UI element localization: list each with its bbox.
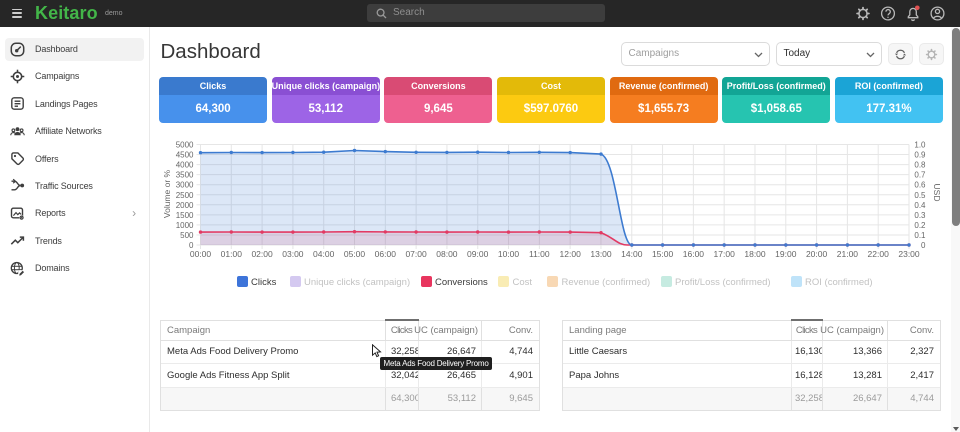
svg-text:01:00: 01:00 xyxy=(221,249,243,259)
svg-text:500: 500 xyxy=(180,231,194,240)
svg-text:04:00: 04:00 xyxy=(313,249,335,259)
svg-text:18:00: 18:00 xyxy=(744,249,766,259)
svg-text:0.8: 0.8 xyxy=(914,161,926,170)
svg-text:3000: 3000 xyxy=(176,181,194,190)
svg-text:14:00: 14:00 xyxy=(621,249,643,259)
svg-text:4000: 4000 xyxy=(176,161,194,170)
svg-text:5000: 5000 xyxy=(176,141,194,150)
svg-text:11:00: 11:00 xyxy=(529,249,550,259)
svg-text:1000: 1000 xyxy=(176,221,194,230)
svg-text:0: 0 xyxy=(921,241,926,250)
svg-text:00:00: 00:00 xyxy=(190,249,212,259)
svg-text:05:00: 05:00 xyxy=(344,249,366,259)
svg-text:0.3: 0.3 xyxy=(914,211,926,220)
svg-text:1500: 1500 xyxy=(176,211,194,220)
svg-text:0.7: 0.7 xyxy=(914,171,926,180)
svg-text:07:00: 07:00 xyxy=(405,249,427,259)
svg-text:03:00: 03:00 xyxy=(282,249,304,259)
svg-text:2000: 2000 xyxy=(176,201,194,210)
svg-text:0.5: 0.5 xyxy=(914,191,926,200)
svg-text:0.6: 0.6 xyxy=(914,181,926,190)
svg-text:20:00: 20:00 xyxy=(806,249,828,259)
svg-text:10:00: 10:00 xyxy=(498,249,520,259)
svg-text:2500: 2500 xyxy=(176,191,194,200)
svg-text:09:00: 09:00 xyxy=(467,249,489,259)
svg-text:12:00: 12:00 xyxy=(560,249,582,259)
svg-text:15:00: 15:00 xyxy=(652,249,674,259)
svg-text:Volume or %: Volume or % xyxy=(162,169,172,218)
svg-text:23:00: 23:00 xyxy=(898,249,920,259)
svg-text:06:00: 06:00 xyxy=(375,249,397,259)
svg-text:0.4: 0.4 xyxy=(914,201,926,210)
svg-text:16:00: 16:00 xyxy=(683,249,705,259)
svg-text:21:00: 21:00 xyxy=(837,249,859,259)
svg-text:02:00: 02:00 xyxy=(251,249,273,259)
svg-text:4500: 4500 xyxy=(176,151,194,160)
svg-text:17:00: 17:00 xyxy=(714,249,736,259)
svg-text:3500: 3500 xyxy=(176,171,194,180)
svg-text:19:00: 19:00 xyxy=(775,249,797,259)
svg-text:USD: USD xyxy=(932,184,942,202)
svg-text:1.0: 1.0 xyxy=(914,141,926,150)
svg-text:0.1: 0.1 xyxy=(914,231,926,240)
svg-text:0.2: 0.2 xyxy=(914,221,926,230)
svg-text:22:00: 22:00 xyxy=(868,249,890,259)
svg-text:13:00: 13:00 xyxy=(590,249,612,259)
svg-text:0.9: 0.9 xyxy=(914,151,926,160)
svg-text:08:00: 08:00 xyxy=(436,249,458,259)
